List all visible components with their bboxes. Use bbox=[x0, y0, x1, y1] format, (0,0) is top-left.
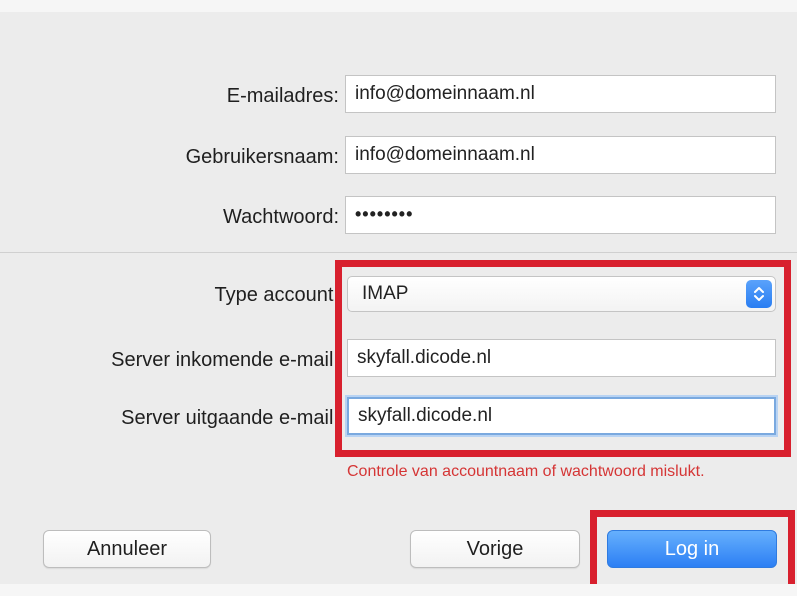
account-setup-dialog: E-mailadres: info@domeinnaam.nl Gebruike… bbox=[0, 0, 797, 596]
dialog-bottom-edge bbox=[0, 584, 797, 596]
outgoing-server-label: Server uitgaande e-mail: bbox=[121, 407, 339, 429]
outgoing-server-field[interactable]: skyfall.dicode.nl bbox=[347, 397, 776, 435]
password-field[interactable]: •••••••• bbox=[345, 196, 776, 234]
email-field[interactable]: info@domeinnaam.nl bbox=[345, 75, 776, 113]
section-divider bbox=[0, 252, 797, 253]
account-type-label: Type account: bbox=[214, 284, 339, 306]
dialog-top-edge bbox=[0, 0, 797, 12]
account-type-value: IMAP bbox=[362, 283, 409, 304]
error-message: Controle van accountnaam of wachtwoord m… bbox=[347, 463, 705, 480]
cancel-button[interactable]: Annuleer bbox=[43, 530, 211, 568]
login-button[interactable]: Log in bbox=[607, 530, 777, 568]
back-button[interactable]: Vorige bbox=[410, 530, 580, 568]
password-label: Wachtwoord: bbox=[223, 206, 339, 228]
up-down-chevron-icon bbox=[746, 280, 772, 308]
username-label: Gebruikersnaam: bbox=[185, 146, 339, 168]
username-field[interactable]: info@domeinnaam.nl bbox=[345, 136, 776, 174]
account-type-select[interactable]: IMAP bbox=[347, 276, 776, 312]
incoming-server-label: Server inkomende e-mail: bbox=[111, 349, 339, 371]
email-label: E-mailadres: bbox=[226, 85, 339, 107]
incoming-server-field[interactable]: skyfall.dicode.nl bbox=[347, 339, 776, 377]
